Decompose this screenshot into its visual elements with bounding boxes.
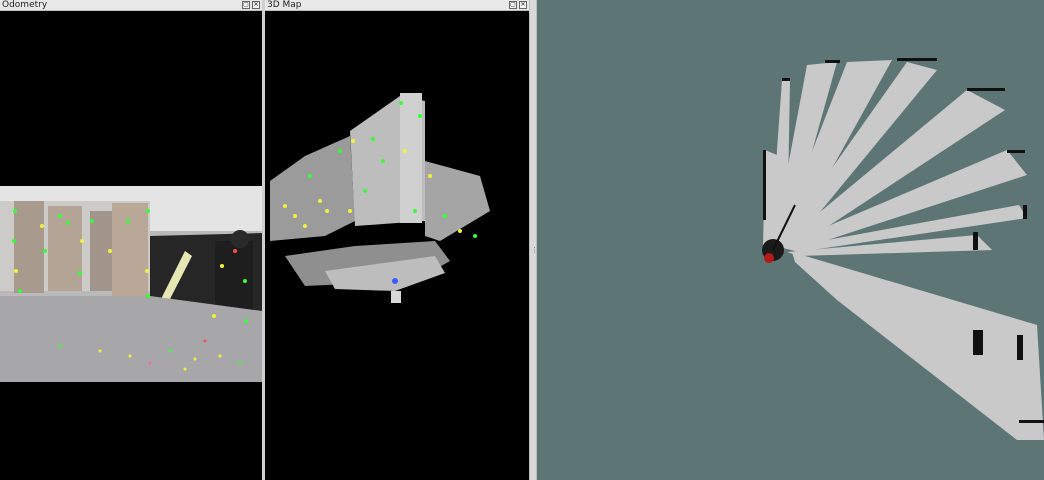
map3d-panel: 3D Map ▢ ✕ <box>265 0 529 480</box>
odometry-panel: Odometry ▢ ✕ <box>0 0 262 480</box>
odometry-titlebar[interactable]: Odometry ▢ ✕ <box>0 0 262 11</box>
free-space <box>763 60 1044 440</box>
camera-image <box>0 186 262 382</box>
float-window-icon[interactable]: ▢ <box>509 1 517 9</box>
close-window-icon[interactable]: ✕ <box>519 1 527 9</box>
close-window-icon[interactable]: ✕ <box>252 1 260 9</box>
odometry-title: Odometry <box>2 0 48 10</box>
map3d-titlebar[interactable]: 3D Map ▢ ✕ <box>265 0 529 11</box>
point-cloud <box>270 93 490 303</box>
odometry-view[interactable] <box>0 11 262 480</box>
occupancy-grid-map[interactable] <box>537 0 1044 480</box>
float-window-icon[interactable]: ▢ <box>242 1 250 9</box>
grid-map-canvas <box>762 58 1044 440</box>
map3d-view[interactable] <box>265 11 529 480</box>
map3d-title: 3D Map <box>267 0 302 10</box>
splitter-handle[interactable]: ⋮ <box>529 0 538 480</box>
